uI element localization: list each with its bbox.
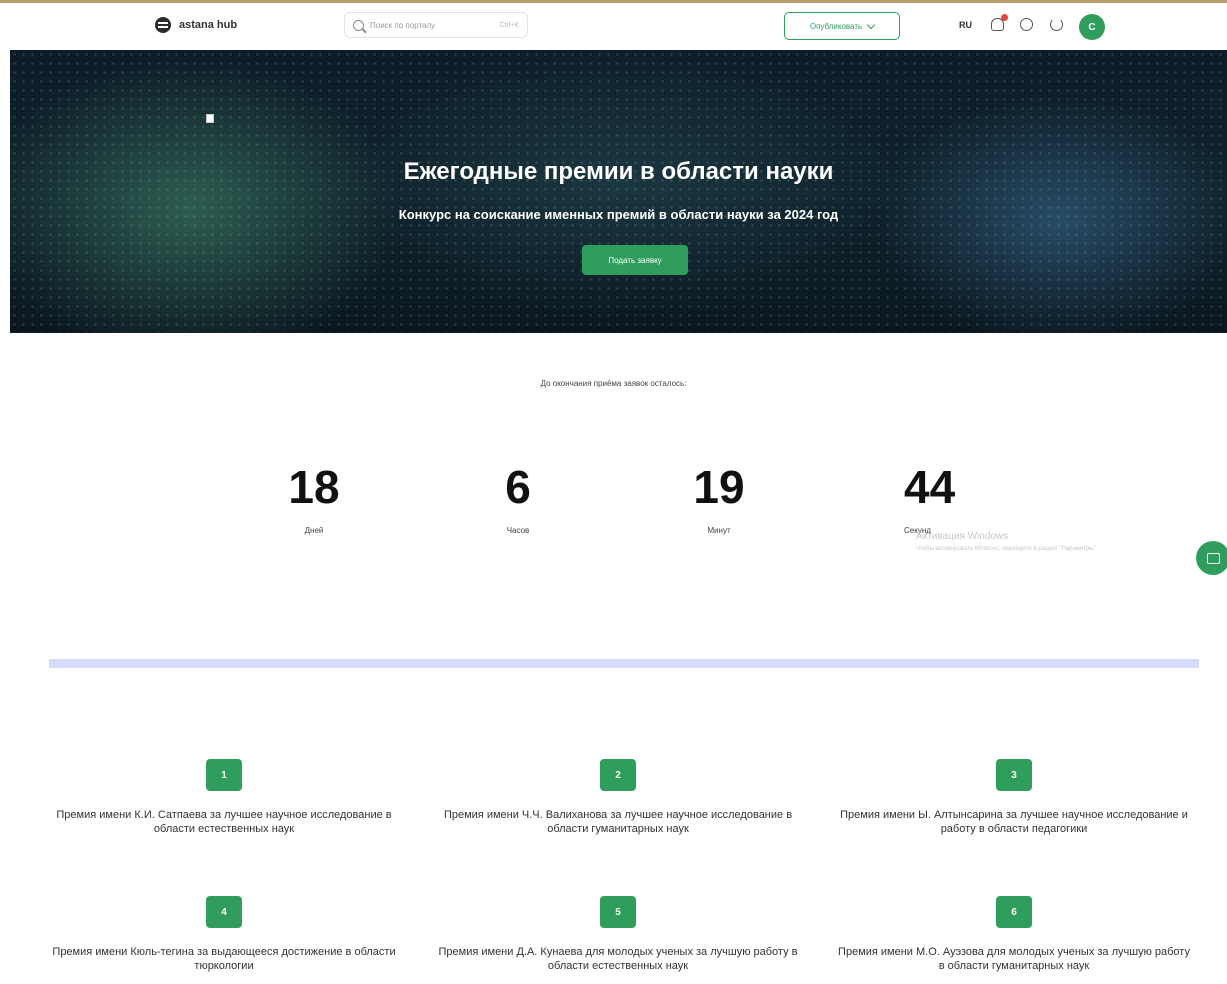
activation-title: Активация Windows — [916, 531, 1009, 542]
prize-title: Премия имени Ы. Алтынсарина за лучшее на… — [840, 809, 1188, 835]
prize-item[interactable]: 2 Премия имени Ч.Ч. Валиханова за лучшее… — [438, 759, 798, 836]
prize-number-badge: 5 — [600, 896, 636, 928]
prize-title: Премия имени Д.А. Кунаева для молодых уч… — [438, 946, 798, 972]
publish-button[interactable]: Опубликовать — [784, 12, 900, 40]
site-header: astana hub Поиск по порталу Ctrl+K Опубл… — [0, 3, 1227, 48]
countdown-label: Часов — [506, 526, 530, 535]
language-switcher[interactable]: RU — [959, 20, 972, 30]
apply-button[interactable]: Подать заявку — [582, 245, 688, 275]
section-divider — [49, 659, 1199, 668]
hero-banner: Ежегодные премии в области науки Конкурс… — [10, 50, 1227, 333]
countdown-value: 18 — [288, 461, 340, 513]
search-icon — [353, 19, 364, 31]
prize-item[interactable]: 5 Премия имени Д.А. Кунаева для молодых … — [438, 896, 798, 973]
prize-number-badge: 1 — [206, 759, 242, 791]
countdown-value: 19 — [693, 461, 745, 513]
logo-text: astana hub — [179, 19, 238, 31]
hero-subtitle: Конкурс на соискание именных премий в об… — [398, 207, 839, 222]
prize-item[interactable]: 3 Премия имени Ы. Алтынсарина за лучшее … — [834, 759, 1194, 836]
messages-icon[interactable] — [1020, 18, 1033, 31]
logo-icon — [155, 17, 171, 33]
countdown-label: Дней — [304, 526, 324, 535]
countdown-hours: 6 Часов — [458, 460, 578, 535]
prize-item[interactable]: 1 Премия имени К.И. Сатпаева за лучшее н… — [44, 759, 404, 836]
prize-number-badge: 4 — [206, 896, 242, 928]
chevron-down-icon — [866, 20, 876, 29]
prize-number-badge: 3 — [996, 759, 1032, 791]
prize-item[interactable]: 6 Премия имени М.О. Ауэзова для молодых … — [834, 896, 1194, 973]
avatar[interactable]: С — [1079, 14, 1105, 40]
countdown-minutes: 19 Минут — [659, 460, 779, 535]
search-input[interactable]: Поиск по порталу Ctrl+K — [344, 12, 528, 38]
prize-item[interactable]: 4 Премия имени Кюль-тегина за выдающееся… — [44, 896, 404, 973]
logo[interactable]: astana hub — [155, 15, 237, 35]
countdown-value: 6 — [505, 461, 531, 513]
countdown-value: 44 — [904, 461, 956, 513]
bell-icon[interactable] — [991, 14, 1008, 31]
countdown-label: Минут — [707, 526, 731, 535]
chat-support-button[interactable] — [1196, 541, 1227, 575]
activation-text: Чтобы активировать Windows, перейдите в … — [916, 546, 1098, 552]
prize-title: Премия имени М.О. Ауэзова для молодых уч… — [838, 946, 1190, 972]
hero-title: Ежегодные премии в области науки — [403, 158, 834, 185]
prize-title: Премия имени К.И. Сатпаева за лучшее нау… — [56, 809, 392, 835]
prize-number-badge: 6 — [996, 896, 1032, 928]
chat-bubble-icon — [1206, 552, 1220, 564]
countdown-seconds: 44 Секунд — [904, 460, 1024, 535]
search-shortcut: Ctrl+K — [499, 21, 519, 29]
notification-dot — [1001, 14, 1008, 21]
search-placeholder: Поиск по порталу — [370, 20, 436, 30]
countdown-days: 18 Дней — [254, 460, 374, 535]
prize-title: Премия имени Ч.Ч. Валиханова за лучшее н… — [443, 809, 793, 835]
publish-label: Опубликовать — [809, 21, 863, 31]
windows-activation-watermark: Активация Windows Чтобы активировать Win… — [916, 531, 1196, 552]
prize-title: Премия имени Кюль-тегина за выдающееся д… — [52, 946, 396, 972]
countdown-caption: До окончания приёма заявок осталось: — [540, 379, 687, 388]
prize-number-badge: 2 — [600, 759, 636, 791]
broken-image-icon — [206, 114, 214, 123]
logout-icon[interactable] — [1050, 18, 1063, 31]
